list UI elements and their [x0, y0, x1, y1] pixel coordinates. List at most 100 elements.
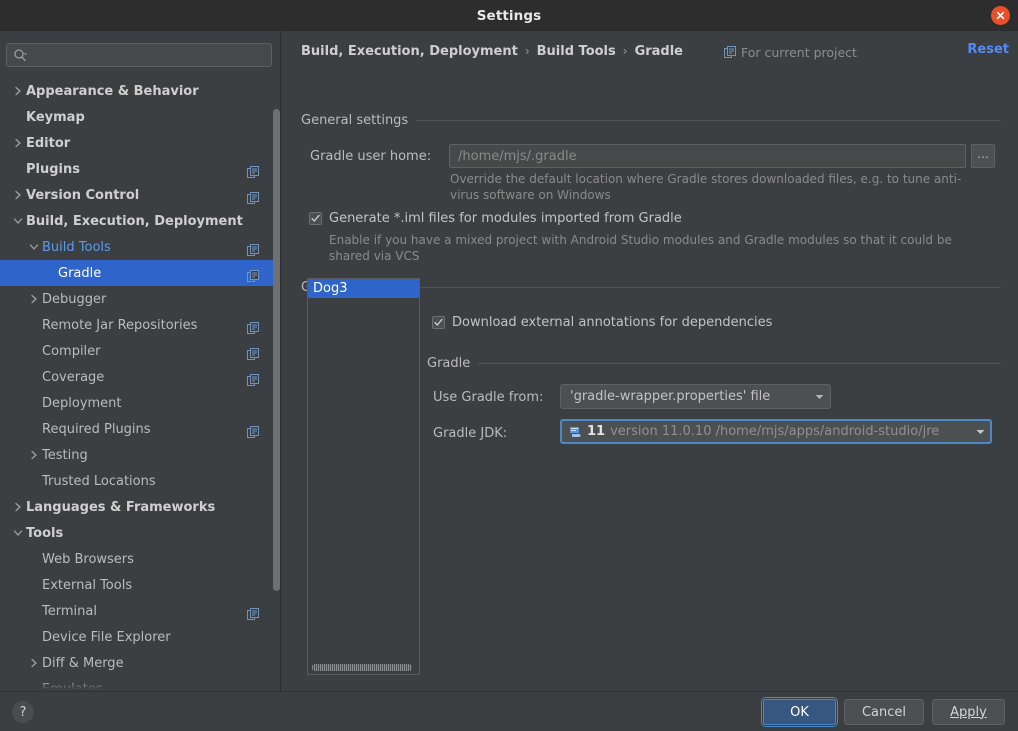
ok-button[interactable]: OK: [761, 697, 838, 727]
gradle-project-item[interactable]: Dog3: [308, 279, 419, 298]
chevron-down-icon[interactable]: [26, 243, 42, 251]
sidebar-item-label: Version Control: [26, 187, 140, 203]
sidebar-item-compiler[interactable]: Compiler: [0, 338, 280, 364]
project-scope-icon: [247, 244, 259, 256]
breadcrumb-item[interactable]: Build Tools: [537, 44, 616, 59]
chevron-right-icon[interactable]: [10, 190, 26, 200]
download-annotations-label: Download external annotations for depend…: [452, 315, 773, 330]
sidebar-item-plugins[interactable]: Plugins: [0, 156, 280, 182]
general-settings-label: General settings: [301, 113, 409, 128]
chevron-right-icon[interactable]: [10, 502, 26, 512]
sidebar-item-label: Editor: [26, 135, 71, 151]
sidebar-item-label: Keymap: [26, 109, 85, 125]
sidebar-item-coverage[interactable]: Coverage: [0, 364, 280, 390]
sidebar-item-label: Deployment: [42, 395, 122, 411]
project-scope-icon: [247, 608, 259, 620]
section-rule: [478, 363, 1001, 364]
sidebar-item-build-tools[interactable]: Build Tools: [0, 234, 280, 260]
chevron-right-icon[interactable]: [10, 138, 26, 148]
sidebar-item-build-execution-deployment[interactable]: Build, Execution, Deployment: [0, 208, 280, 234]
project-scope-icon: [247, 371, 259, 386]
sidebar-item-terminal[interactable]: Terminal: [0, 598, 280, 624]
sidebar-item-deployment[interactable]: Deployment: [0, 390, 280, 416]
sidebar-item-emulates[interactable]: Emulates: [0, 676, 280, 692]
breadcrumb-item: Gradle: [634, 43, 683, 59]
chevron-down-icon[interactable]: [10, 217, 26, 225]
sidebar-item-remote-jar-repositories[interactable]: Remote Jar Repositories: [0, 312, 280, 338]
project-scope-icon: [247, 163, 259, 178]
breadcrumb-item[interactable]: Build, Execution, Deployment: [301, 44, 518, 59]
project-scope-icon: [247, 166, 259, 178]
chevron-right-icon[interactable]: [10, 86, 26, 96]
sidebar-item-version-control[interactable]: Version Control: [0, 182, 280, 208]
sidebar-item-label: Diff & Merge: [42, 655, 124, 671]
chevron-down-icon[interactable]: [10, 529, 26, 537]
generate-iml-label: Generate *.iml files for modules importe…: [329, 211, 682, 226]
close-icon[interactable]: [991, 6, 1010, 25]
sidebar-item-tools[interactable]: Tools: [0, 520, 280, 546]
sidebar-item-testing[interactable]: Testing: [0, 442, 280, 468]
sidebar-item-languages-frameworks[interactable]: Languages & Frameworks: [0, 494, 280, 520]
browse-button-label: ...: [977, 146, 989, 161]
gradle-section-label: Gradle: [427, 356, 471, 371]
project-scope-icon: [247, 241, 259, 256]
for-current-project-label: For current project: [741, 45, 857, 60]
settings-sidebar: Appearance & Behavior Keymap Editor Plugins…: [0, 31, 280, 691]
reset-link[interactable]: Reset: [967, 42, 1009, 57]
search-input[interactable]: [28, 48, 271, 62]
sidebar-scrollbar[interactable]: [273, 109, 280, 591]
sidebar-item-trusted-locations[interactable]: Trusted Locations: [0, 468, 280, 494]
generate-iml-checkbox-row[interactable]: Generate *.iml files for modules importe…: [309, 211, 682, 226]
sidebar-item-label: Gradle: [58, 265, 102, 281]
gradle-jdk-label: Gradle JDK:: [433, 426, 508, 441]
sidebar-item-editor[interactable]: Editor: [0, 130, 280, 156]
use-gradle-from-dropdown[interactable]: 'gradle-wrapper.properties' file: [560, 384, 831, 409]
chevron-down-icon: [29, 244, 39, 250]
browse-gradle-home-button[interactable]: ...: [971, 144, 995, 168]
sidebar-item-required-plugins[interactable]: Required Plugins: [0, 416, 280, 442]
for-current-project[interactable]: For current project: [724, 43, 857, 62]
generate-iml-help: Enable if you have a mixed project with …: [329, 233, 952, 263]
sidebar-item-label: Required Plugins: [42, 421, 151, 437]
project-scope-icon: [247, 605, 259, 620]
jdk-icon: [569, 425, 582, 438]
sidebar-item-appearance-behavior[interactable]: Appearance & Behavior: [0, 78, 280, 104]
sidebar-item-external-tools[interactable]: External Tools: [0, 572, 280, 598]
chevron-right-icon[interactable]: [26, 450, 42, 460]
sidebar-item-label: Languages & Frameworks: [26, 499, 216, 515]
sidebar-item-diff-merge[interactable]: Diff & Merge: [0, 650, 280, 676]
sidebar-item-gradle[interactable]: Gradle: [0, 260, 280, 286]
project-scope-icon: [247, 192, 259, 204]
sidebar-item-label: Web Browsers: [42, 551, 134, 567]
ok-button-label: OK: [790, 704, 809, 720]
sidebar-item-label: Plugins: [26, 161, 80, 177]
chevron-down-icon: [13, 530, 23, 536]
chevron-right-icon[interactable]: [26, 658, 42, 668]
title-bar: Settings: [0, 0, 1018, 31]
cancel-button[interactable]: Cancel: [844, 699, 924, 725]
chevron-down-icon: [812, 394, 824, 400]
project-scope-icon: [247, 319, 259, 334]
gradle-section-header: Gradle: [427, 356, 1001, 371]
gradle-projects-list[interactable]: Dog3: [307, 278, 420, 675]
sidebar-item-label: Testing: [42, 447, 88, 463]
download-annotations-checkbox[interactable]: [432, 316, 445, 329]
generate-iml-checkbox[interactable]: [309, 212, 322, 225]
jdk-detail: version 11.0.10 /home/mjs/apps/android-s…: [610, 424, 940, 439]
section-rule: [416, 120, 1001, 121]
gradle-user-home-input[interactable]: [449, 144, 966, 168]
apply-button-label: Apply: [950, 704, 987, 720]
help-button[interactable]: ?: [12, 701, 34, 723]
chevron-right-icon[interactable]: [26, 294, 42, 304]
gradle-user-home-label: Gradle user home:: [310, 149, 432, 164]
sidebar-item-device-file-explorer[interactable]: Device File Explorer: [0, 624, 280, 650]
sidebar-item-keymap[interactable]: Keymap: [0, 104, 280, 130]
sidebar-item-web-browsers[interactable]: Web Browsers: [0, 546, 280, 572]
download-annotations-checkbox-row[interactable]: Download external annotations for depend…: [432, 315, 772, 330]
apply-button[interactable]: Apply: [932, 699, 1005, 725]
search-box[interactable]: [6, 43, 272, 67]
chevron-down-icon: [13, 218, 23, 224]
sidebar-item-debugger[interactable]: Debugger: [0, 286, 280, 312]
gradle-projects-horizontal-scrollbar[interactable]: [312, 664, 412, 671]
gradle-jdk-dropdown[interactable]: 11 version 11.0.10 /home/mjs/apps/androi…: [560, 419, 992, 444]
